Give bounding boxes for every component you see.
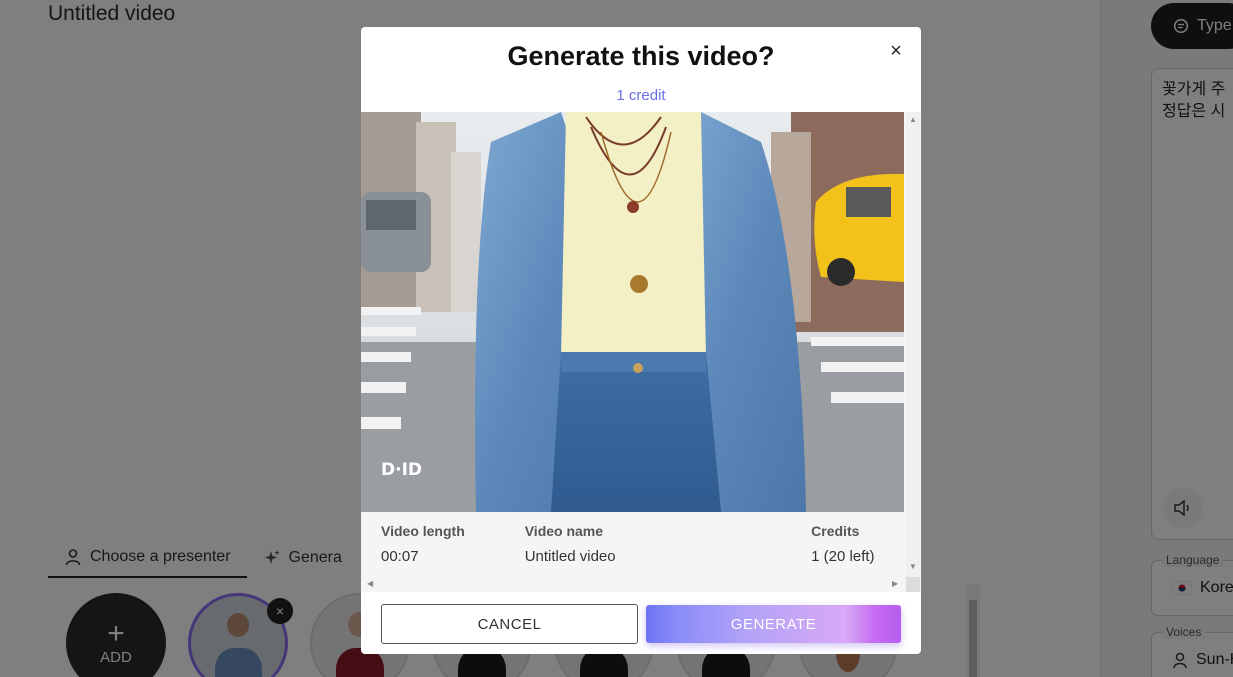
preview-horizontal-scrollbar[interactable]: ◀ ▶ — [361, 577, 906, 592]
scroll-down-icon[interactable]: ▼ — [909, 562, 917, 571]
close-icon[interactable]: × — [886, 41, 906, 61]
scroll-left-icon[interactable]: ◀ — [367, 579, 373, 588]
street-photo: D·ID — [361, 112, 904, 512]
video-name-label: Video name — [524, 523, 604, 539]
presenter-preview-image: D·ID — [361, 112, 904, 512]
video-name-value: Untitled video — [524, 548, 616, 565]
scrollbar-corner — [906, 577, 920, 592]
scroll-up-icon[interactable]: ▲ — [909, 115, 917, 124]
did-watermark: D·ID — [381, 460, 422, 480]
scroll-right-icon[interactable]: ▶ — [892, 579, 898, 588]
credit-cost: 1 credit — [616, 87, 666, 104]
preview-scroll-area[interactable]: D·ID Video length 00:07 Video name Untit… — [361, 112, 921, 592]
credits-label: Credits — [811, 523, 860, 539]
cancel-button[interactable]: CANCEL — [381, 604, 638, 644]
credits-value: 1 (20 left) — [811, 548, 875, 565]
generate-video-dialog: Generate this video? × 1 credit D·ID Vid… — [361, 27, 921, 654]
video-length-value: 00:07 — [381, 548, 419, 565]
video-length-label: Video length — [381, 523, 465, 539]
preview-vertical-scrollbar[interactable]: ▲ ▼ — [906, 112, 920, 577]
generate-button[interactable]: GENERATE — [646, 605, 901, 643]
dialog-title: Generate this video? — [507, 41, 775, 71]
video-details: Video length 00:07 Video name Untitled v… — [381, 523, 891, 565]
